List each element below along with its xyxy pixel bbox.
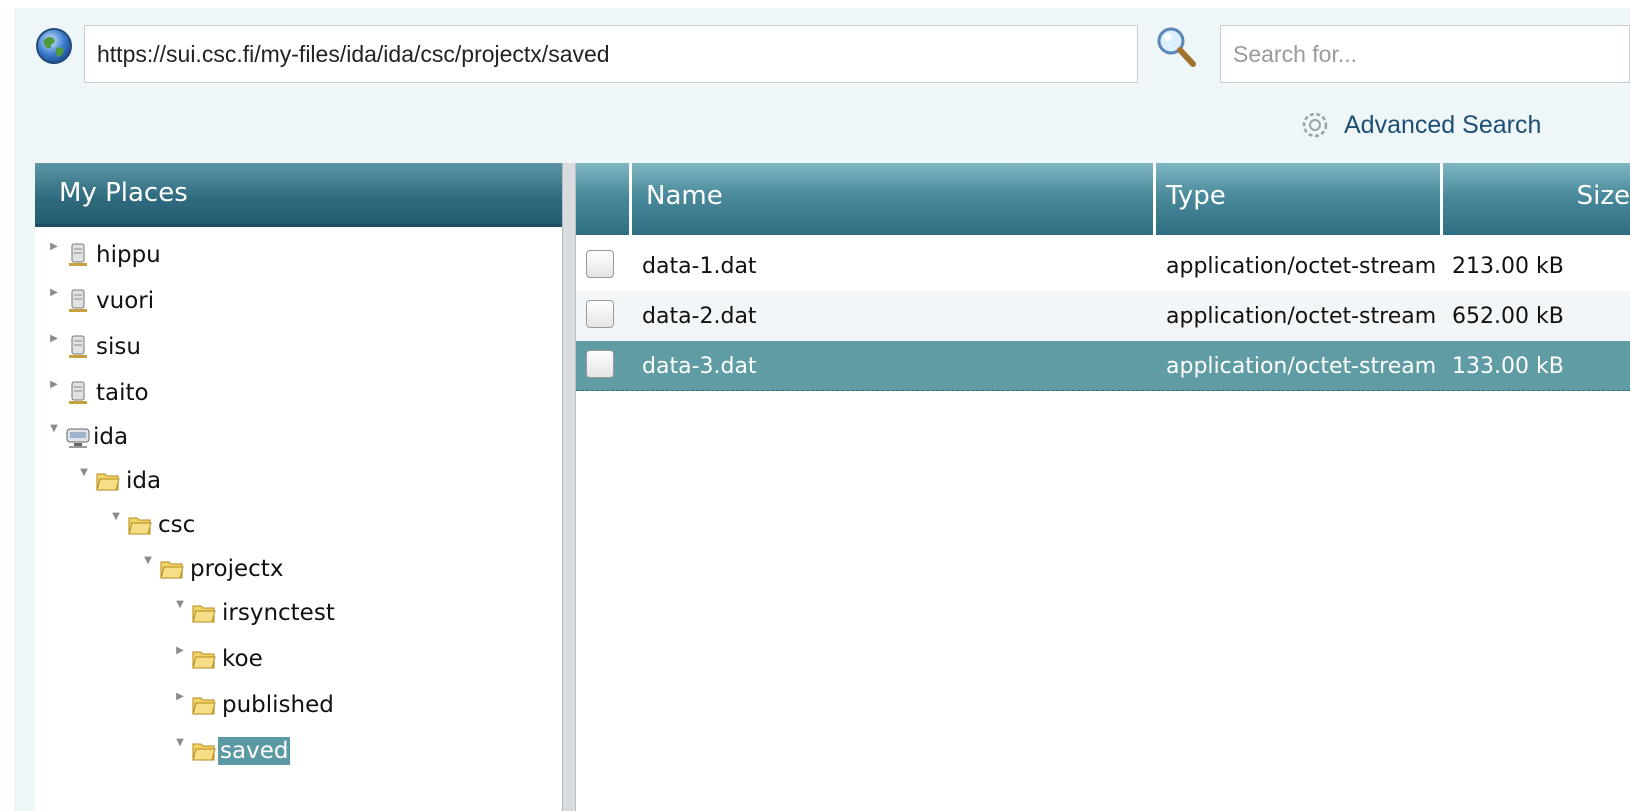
collapse-arrow-icon[interactable]: ▼ — [47, 423, 61, 437]
row-checkbox[interactable] — [586, 350, 614, 378]
folder-icon — [192, 605, 216, 623]
url-field[interactable]: https://sui.csc.fi/my-files/ida/ida/csc/… — [84, 25, 1138, 83]
table-row[interactable]: data-2.dat application/octet-stream 652.… — [576, 291, 1630, 341]
expand-arrow-icon[interactable]: ▶ — [47, 333, 61, 347]
tree-node-label: koe — [222, 646, 263, 672]
folder-icon — [160, 561, 184, 579]
tree-node-koe[interactable]: ▶ koe — [173, 641, 263, 677]
tree-node-label: taito — [96, 380, 149, 406]
expand-arrow-icon[interactable]: ▶ — [47, 379, 61, 393]
search-icon[interactable] — [1154, 24, 1198, 70]
globe-icon[interactable] — [34, 26, 74, 66]
server-icon — [69, 381, 87, 404]
folder-icon — [192, 697, 216, 715]
tree-node-vuori[interactable]: ▶ vuori — [47, 283, 154, 319]
tree-node-csc[interactable]: ▼ csc — [109, 507, 195, 543]
collapse-arrow-icon[interactable]: ▼ — [77, 467, 91, 481]
file-grid: Name Type Size data-1.dat application/oc… — [576, 163, 1630, 811]
collapse-arrow-icon[interactable]: ▼ — [141, 555, 155, 569]
search-input[interactable]: Search for... — [1220, 25, 1630, 83]
tree-node-ida[interactable]: ▼ ida — [77, 463, 161, 499]
file-type: application/octet-stream — [1166, 354, 1437, 379]
advanced-search-link[interactable]: Advanced Search — [1300, 107, 1541, 143]
server-icon — [69, 289, 87, 312]
expand-arrow-icon[interactable]: ▶ — [173, 645, 187, 659]
tree-node-label: irsynctest — [222, 600, 335, 626]
file-browser-app: https://sui.csc.fi/my-files/ida/ida/csc/… — [14, 8, 1630, 811]
folder-icon — [96, 473, 120, 491]
tree-node-label: csc — [158, 512, 196, 538]
tree-node-label: hippu — [96, 242, 161, 268]
grid-header: Name Type Size — [576, 163, 1630, 235]
file-size: 652.00 kB — [1452, 304, 1564, 329]
column-header-type[interactable]: Type — [1156, 163, 1443, 235]
column-header-size[interactable]: Size — [1443, 163, 1630, 235]
server-icon — [69, 243, 87, 266]
expand-arrow-icon[interactable]: ▶ — [173, 691, 187, 705]
server-icon — [69, 335, 87, 358]
column-header-name[interactable]: Name — [632, 163, 1156, 235]
folder-icon — [192, 651, 216, 669]
tree-node-label-selected: saved — [218, 737, 291, 765]
collapse-arrow-icon[interactable]: ▼ — [173, 599, 187, 613]
table-row-selected[interactable]: data-3.dat application/octet-stream 133.… — [576, 341, 1630, 391]
storage-drive-icon — [66, 428, 90, 448]
select-column-header[interactable] — [576, 163, 632, 235]
gear-icon — [1302, 112, 1328, 138]
collapse-arrow-icon[interactable]: ▼ — [109, 511, 123, 525]
tree-node-irsynctest[interactable]: ▼ irsynctest — [173, 595, 335, 631]
file-type: application/octet-stream — [1166, 254, 1437, 279]
tree-node-label: ida — [93, 424, 129, 450]
table-row[interactable]: data-1.dat application/octet-stream 213.… — [576, 241, 1630, 291]
tree-node-label: ida — [126, 468, 162, 494]
tree-node-label: vuori — [96, 288, 155, 314]
tree-node-label: projectx — [190, 556, 284, 582]
panel-splitter[interactable] — [562, 163, 576, 811]
advanced-search-label: Advanced Search — [1344, 110, 1542, 139]
file-name: data-2.dat — [642, 304, 757, 329]
folder-icon — [128, 517, 152, 535]
collapse-arrow-icon[interactable]: ▼ — [173, 737, 187, 751]
tree-node-label: published — [222, 692, 334, 718]
tree-node-saved[interactable]: ▼ saved — [173, 733, 291, 769]
tree-node-label: sisu — [96, 334, 141, 360]
tree-node-ida-root[interactable]: ▼ ida — [47, 419, 128, 455]
expand-arrow-icon[interactable]: ▶ — [47, 287, 61, 301]
row-checkbox[interactable] — [586, 300, 614, 328]
tree-node-published[interactable]: ▶ published — [173, 687, 334, 723]
file-size: 213.00 kB — [1452, 254, 1564, 279]
row-checkbox[interactable] — [586, 250, 614, 278]
expand-arrow-icon[interactable]: ▶ — [47, 241, 61, 255]
folder-icon — [192, 743, 216, 761]
file-name: data-1.dat — [642, 254, 757, 279]
my-places-panel: My Places ▶ hippu ▶ vuori ▶ sisu ▶ taito — [35, 163, 562, 811]
tree-node-hippu[interactable]: ▶ hippu — [47, 237, 161, 273]
tree-node-taito[interactable]: ▶ taito — [47, 375, 149, 411]
file-type: application/octet-stream — [1166, 304, 1437, 329]
file-name: data-3.dat — [642, 354, 757, 379]
tree-node-projectx[interactable]: ▼ projectx — [141, 551, 283, 587]
my-places-title: My Places — [35, 163, 562, 227]
tree-node-sisu[interactable]: ▶ sisu — [47, 329, 141, 365]
file-size: 133.00 kB — [1452, 354, 1564, 379]
